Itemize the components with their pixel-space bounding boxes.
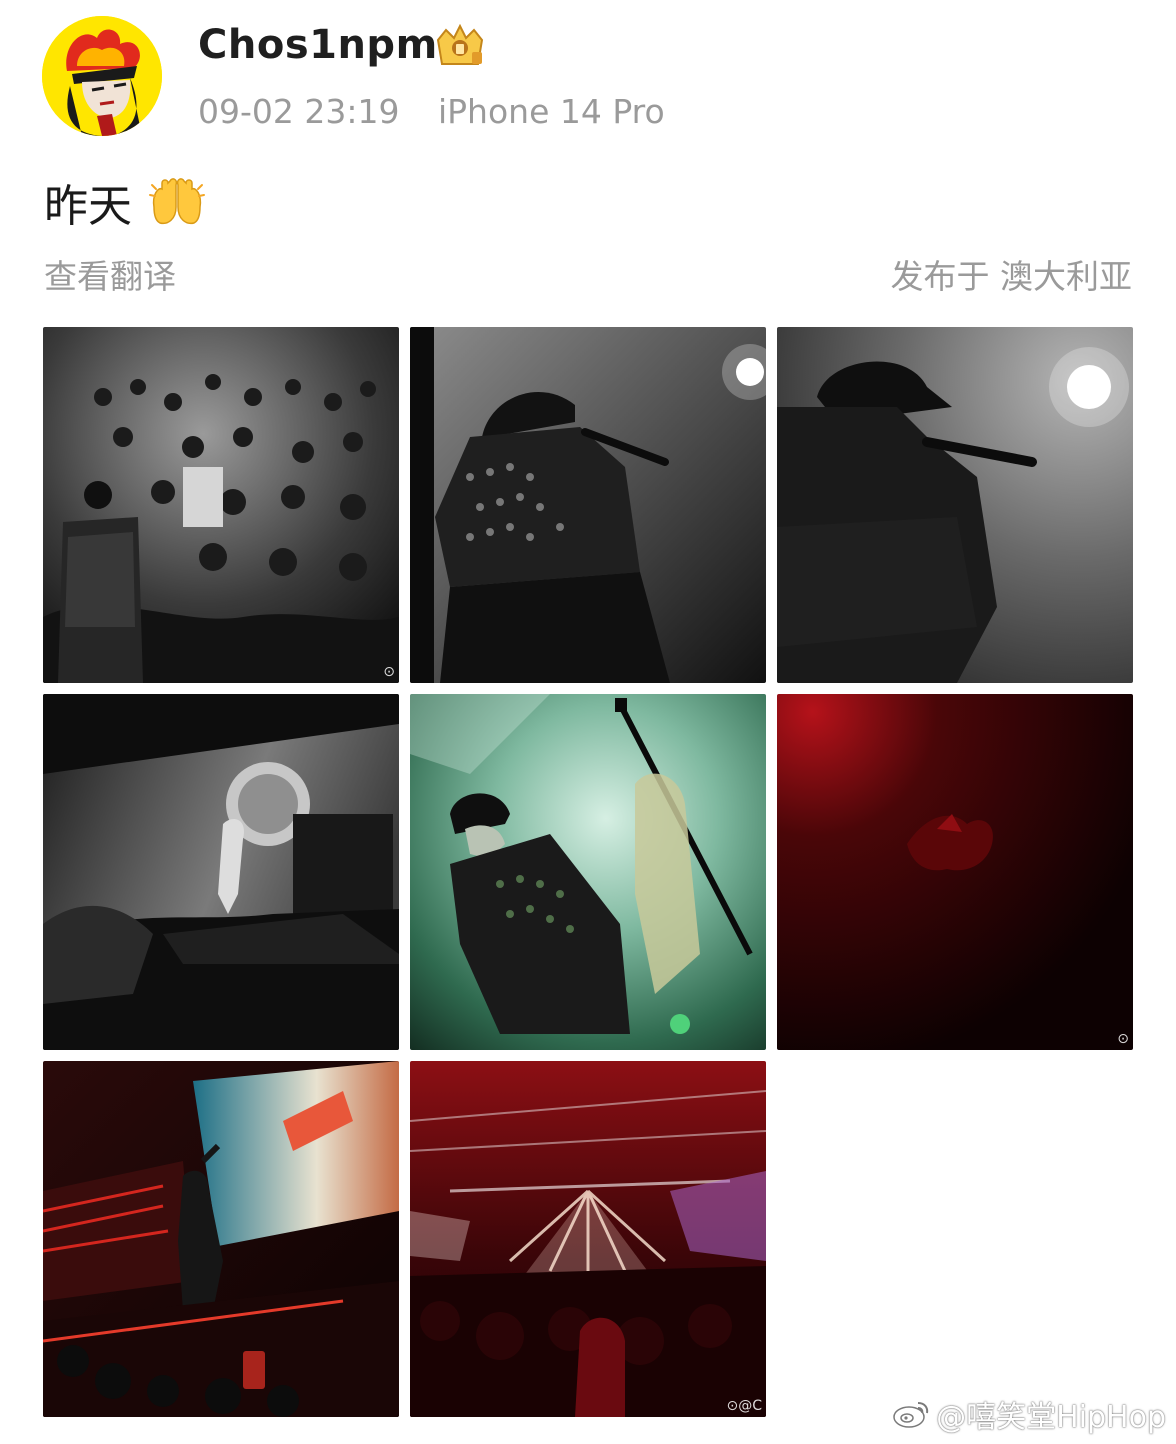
- photo-stage-bw[interactable]: [43, 694, 399, 1050]
- photo-red-lights-venue[interactable]: ⊙@C: [410, 1061, 766, 1417]
- photo-crowd-bw-image: [43, 327, 399, 683]
- hiphop-watermark: @嘻笑堂HipHop: [892, 1392, 1166, 1436]
- avatar-illustration: [42, 16, 162, 136]
- photo-stage-bw-image: [43, 694, 399, 1050]
- photo-crowd-bw[interactable]: ⊙: [43, 327, 399, 683]
- post-text: 昨天: [44, 170, 206, 234]
- translate-link[interactable]: 查看翻译: [44, 250, 176, 298]
- weibo-watermark: ⊙@C: [726, 1398, 762, 1414]
- username[interactable]: Chos1npm: [198, 22, 438, 68]
- photo-rapper-closeup-bw[interactable]: [777, 327, 1133, 683]
- photo-green-stage-image: [410, 694, 766, 1050]
- photo-rapper-closeup-bw-image: [777, 327, 1133, 683]
- post-text-content: 昨天: [44, 181, 132, 232]
- photo-green-stage[interactable]: [410, 694, 766, 1050]
- post-meta: 09-02 23:19 iPhone 14 Pro: [198, 92, 665, 131]
- weibo-watermark: ⊙: [383, 664, 395, 680]
- post-device: iPhone 14 Pro: [437, 92, 665, 131]
- crown-badge-icon: [436, 24, 484, 65]
- photo-red-stage-screen-image: [43, 1061, 399, 1417]
- photo-red-dark-image: [777, 694, 1133, 1050]
- photo-grid: ⊙ ⊙ ⊙@C: [43, 327, 1133, 1417]
- hiphop-watermark-text: @嘻笑堂HipHop: [936, 1400, 1166, 1435]
- raising-hands-emoji-icon: [149, 178, 205, 225]
- photo-red-lights-venue-image: [410, 1061, 766, 1417]
- avatar[interactable]: [42, 16, 162, 136]
- photo-rapper-mic-bw-image: [410, 327, 766, 683]
- weibo-logo-icon: [893, 1402, 929, 1428]
- photo-rapper-mic-bw[interactable]: [410, 327, 766, 683]
- post-date: 09-02 23:19: [198, 92, 400, 131]
- photo-red-dark[interactable]: ⊙: [777, 694, 1133, 1050]
- post-location: 发布于 澳大利亚: [890, 257, 1133, 296]
- photo-red-stage-screen[interactable]: [43, 1061, 399, 1417]
- weibo-watermark: ⊙: [1117, 1031, 1129, 1047]
